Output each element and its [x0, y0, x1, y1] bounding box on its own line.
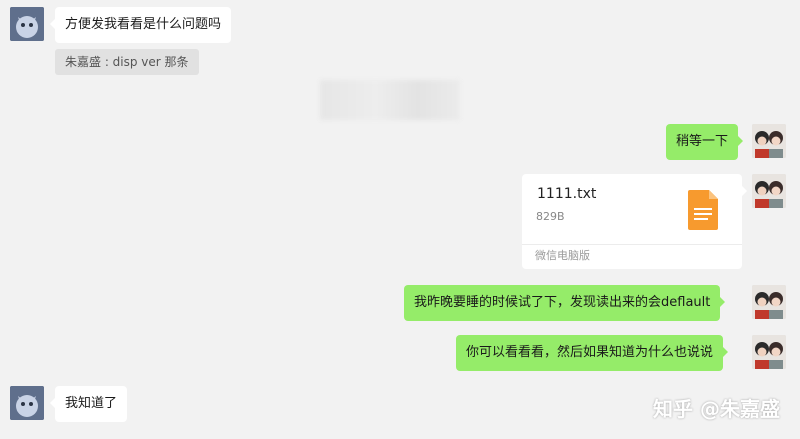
file-name: 1111.txt: [537, 186, 597, 202]
contact-avatar-image: [10, 7, 44, 41]
quoted-message[interactable]: 朱嘉盛 : disp ver 那条: [55, 49, 199, 75]
contact-avatar[interactable]: [10, 7, 44, 41]
file-size: 829B: [536, 210, 565, 223]
self-avatar[interactable]: [752, 124, 786, 158]
self-avatar[interactable]: [752, 285, 786, 319]
message-bubble-outgoing[interactable]: 我昨晚要睡的时候试了下，发现读出来的会deflault: [404, 285, 726, 321]
self-avatar[interactable]: [752, 335, 786, 369]
self-avatar-image: [752, 285, 786, 319]
document-icon: [688, 190, 718, 230]
file-message-card[interactable]: 1111.txt 829B 微信电脑版: [522, 174, 747, 269]
message-bubble-incoming[interactable]: 方便发我看看是什么问题吗: [49, 7, 232, 43]
message-bubble-incoming[interactable]: 我知道了: [49, 386, 128, 422]
file-card-divider: [522, 244, 742, 245]
self-avatar-image: [752, 174, 786, 208]
message-bubble-outgoing[interactable]: 稍等一下: [666, 124, 744, 160]
contact-avatar-image: [10, 386, 44, 420]
blurred-region: [320, 80, 460, 120]
contact-avatar[interactable]: [10, 386, 44, 420]
message-bubble-outgoing[interactable]: 你可以看看看，然后如果知道为什么也说说: [456, 335, 729, 371]
self-avatar[interactable]: [752, 174, 786, 208]
file-source-label: 微信电脑版: [535, 249, 590, 262]
self-avatar-image: [752, 335, 786, 369]
zhihu-watermark: 知乎 @朱嘉盛: [653, 397, 780, 421]
self-avatar-image: [752, 124, 786, 158]
